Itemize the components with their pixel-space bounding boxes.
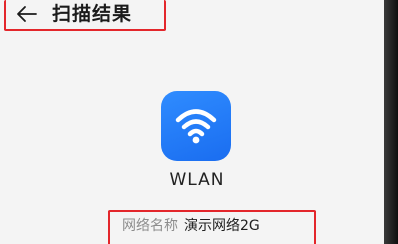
network-name-highlight-box <box>108 210 316 244</box>
device-bezel <box>384 0 398 244</box>
wifi-icon <box>175 109 217 144</box>
app-name: WLAN <box>169 170 225 190</box>
title-highlight-box <box>4 0 166 31</box>
scan-result-screen: 扫描结果 WLAN 网络名称 演示网络2G <box>0 0 384 244</box>
wlan-app-icon <box>161 91 231 161</box>
